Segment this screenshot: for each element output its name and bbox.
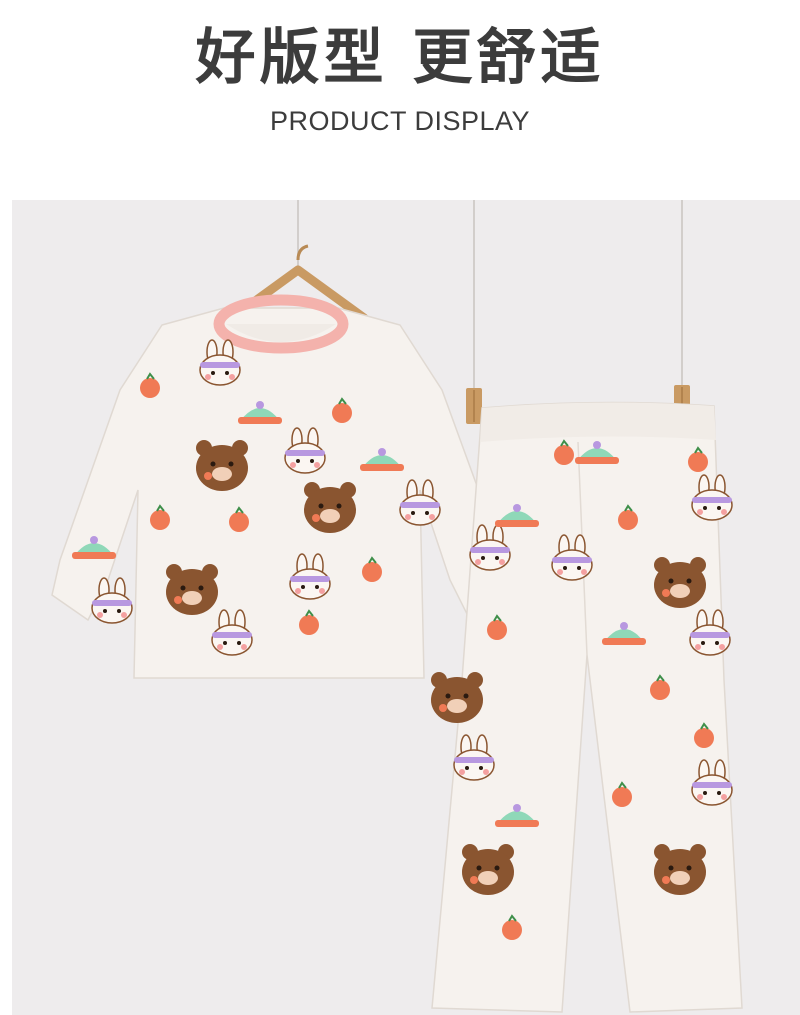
pajama-pants: [431, 401, 743, 1013]
clothespin-left: [466, 388, 482, 424]
product-photo: [12, 200, 800, 1015]
page-subtitle: PRODUCT DISPLAY: [269, 106, 531, 136]
page-title: 好版型 更舒适: [195, 23, 605, 93]
pajama-set-illustration: [51, 200, 743, 1013]
pajama-top: [51, 294, 513, 679]
page-header: 好版型 更舒适 PRODUCT DISPLAY: [0, 0, 800, 190]
